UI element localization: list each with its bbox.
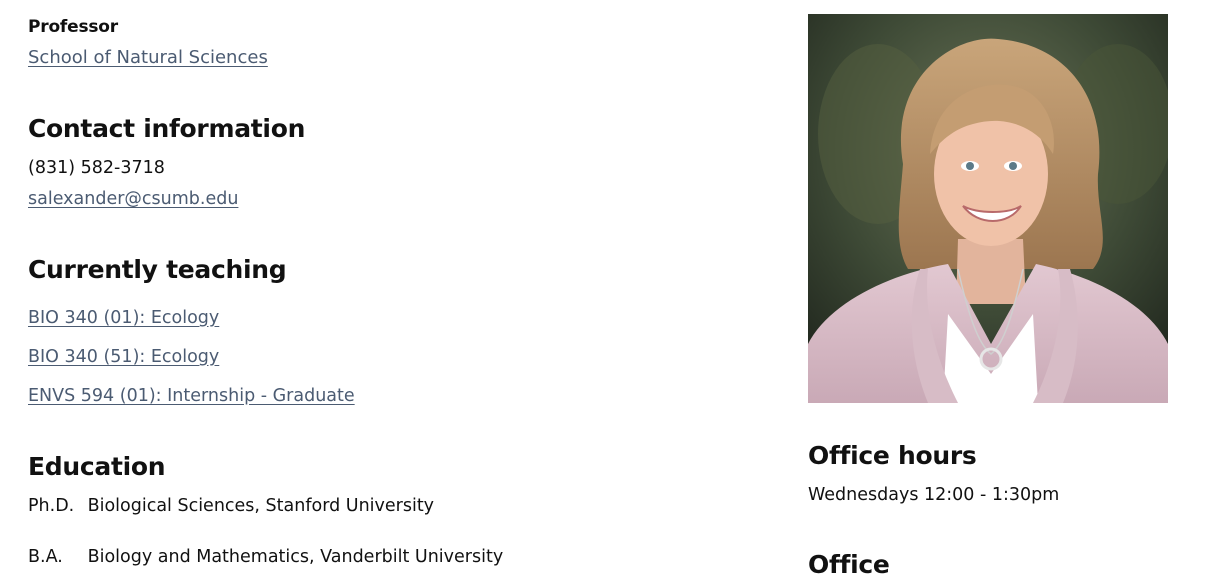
portrait-image	[808, 14, 1168, 403]
education-item: B.A. Biology and Mathematics, Vanderbilt…	[28, 547, 503, 567]
office-hours-text: Wednesdays 12:00 - 1:30pm	[808, 485, 1060, 505]
education-heading: Education	[28, 452, 166, 481]
contact-heading: Contact information	[28, 114, 306, 143]
education-item: Ph.D. Biological Sciences, Stanford Univ…	[28, 496, 434, 516]
degree-label: B.A.	[28, 547, 63, 567]
degree-detail: Biological Sciences, Stanford University	[87, 496, 435, 516]
job-title: Professor	[28, 17, 118, 37]
phone-number: (831) 582-3718	[28, 158, 165, 178]
degree-detail: Biology and Mathematics, Vanderbilt Univ…	[87, 547, 504, 567]
office-heading: Office	[808, 550, 890, 579]
email-link[interactable]: salexander@csumb.edu	[28, 189, 238, 209]
course-link[interactable]: BIO 340 (51): Ecology	[28, 347, 219, 367]
office-hours-heading: Office hours	[808, 441, 977, 470]
degree-label: Ph.D.	[28, 496, 75, 516]
department-link[interactable]: School of Natural Sciences	[28, 47, 268, 68]
teaching-heading: Currently teaching	[28, 255, 287, 284]
portrait-photo	[808, 14, 1168, 403]
course-link[interactable]: ENVS 594 (01): Internship - Graduate	[28, 386, 355, 406]
course-link[interactable]: BIO 340 (01): Ecology	[28, 308, 219, 328]
